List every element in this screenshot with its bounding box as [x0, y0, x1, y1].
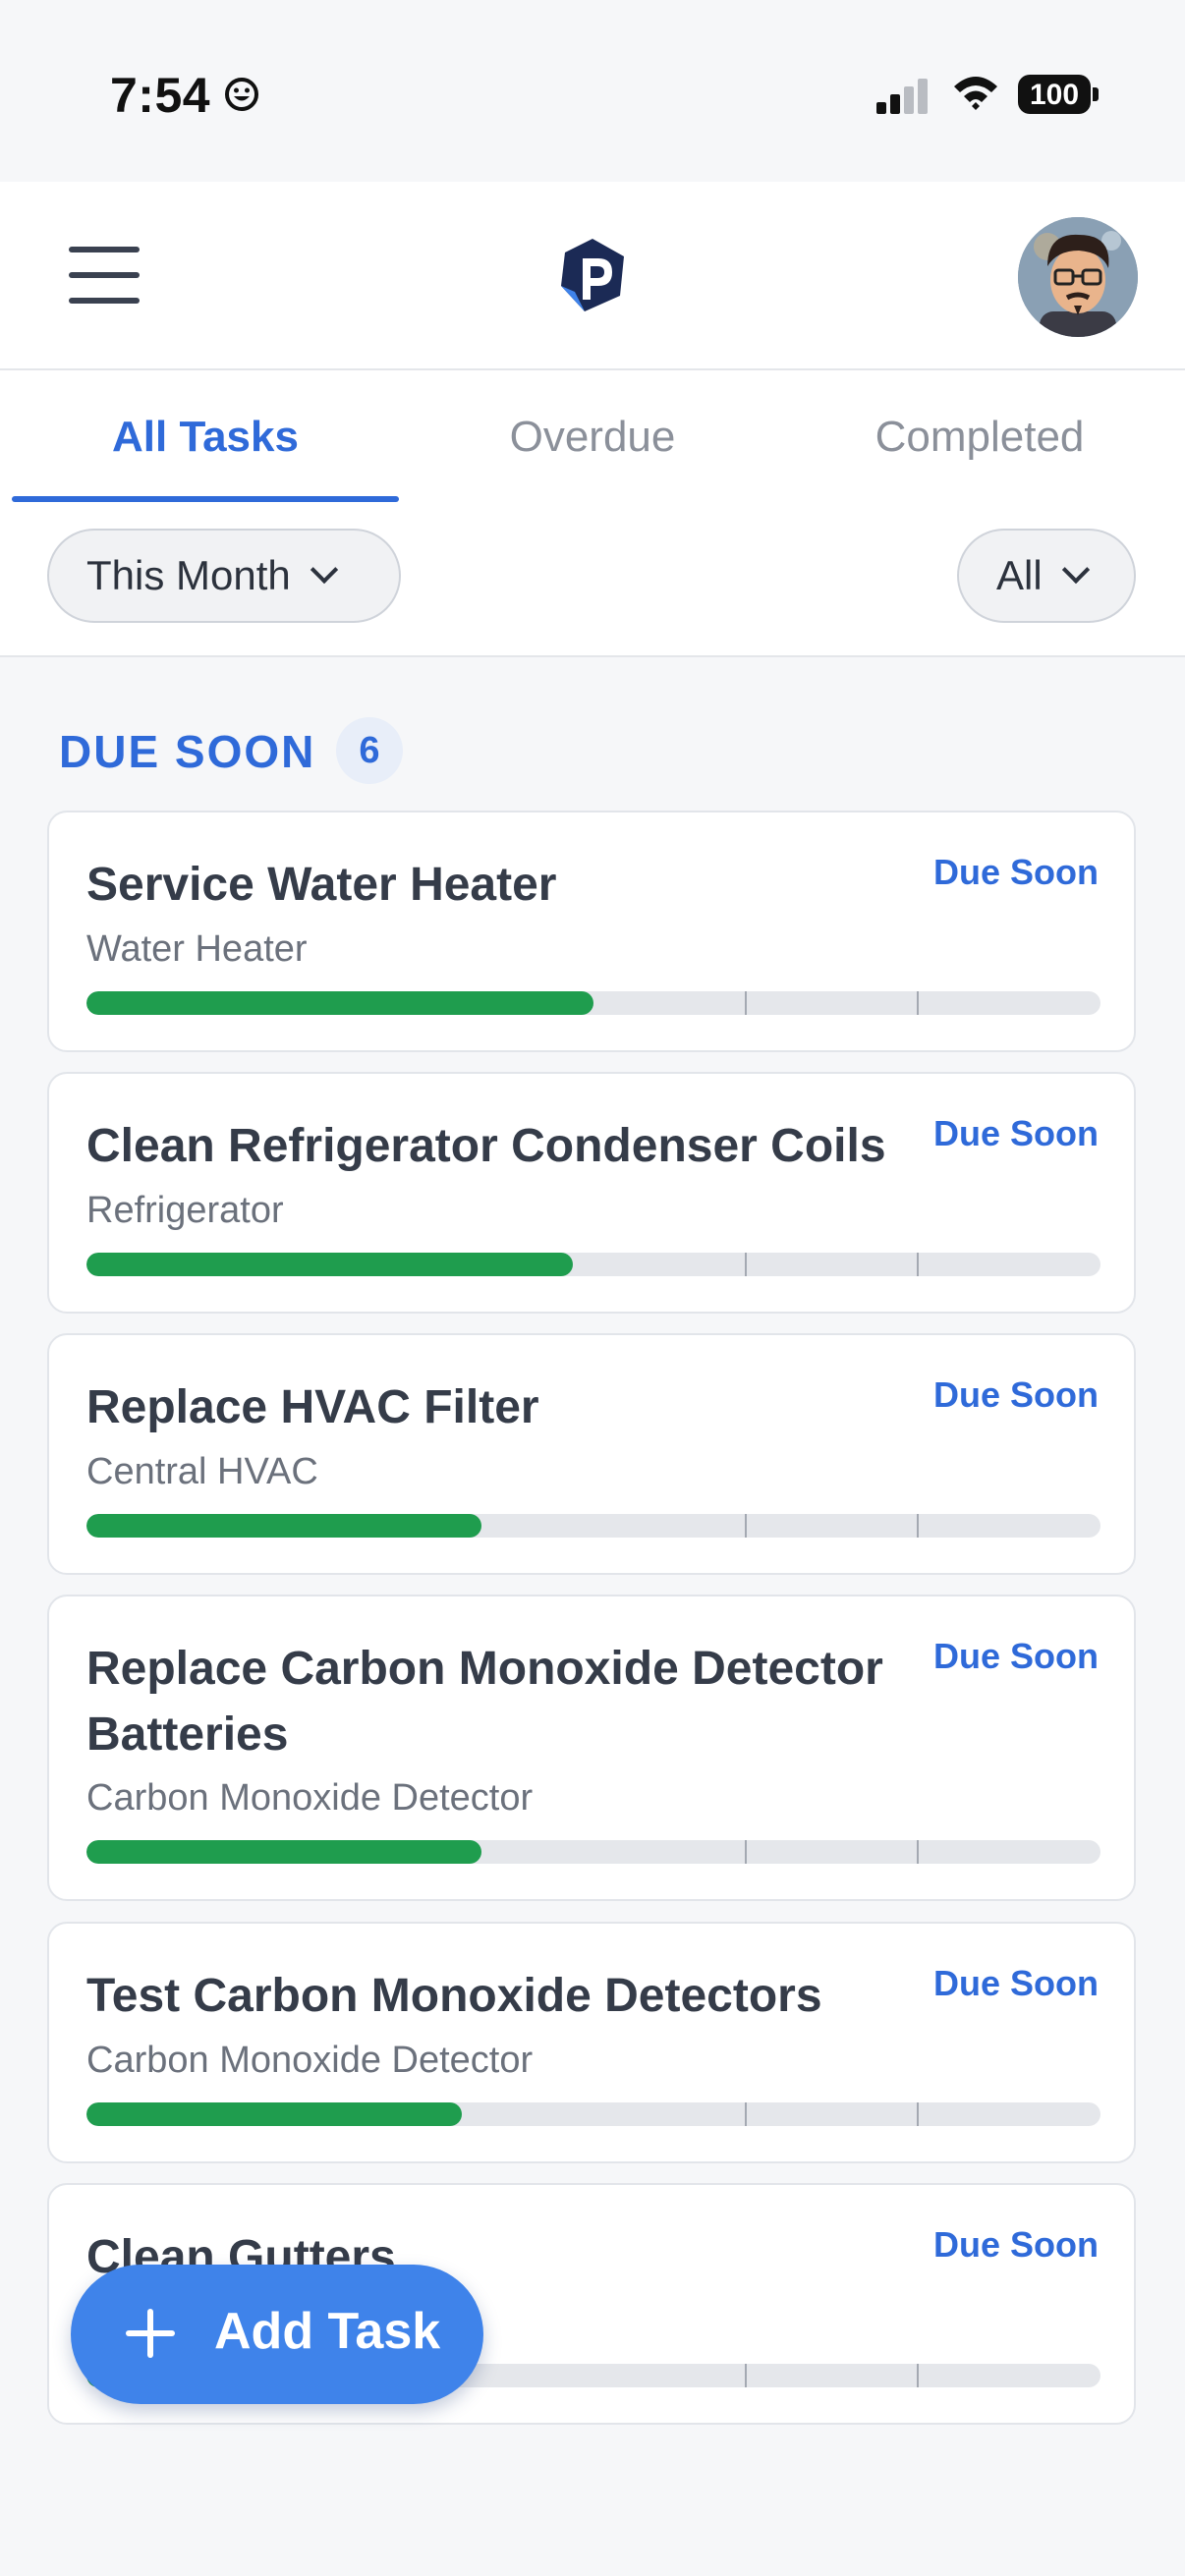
task-progress-bar: [86, 991, 1100, 1015]
wifi-icon: [954, 77, 997, 110]
add-task-label: Add Task: [214, 2303, 441, 2360]
app-logo-icon: [561, 239, 624, 311]
task-card[interactable]: Service Water Heater Due Soon Water Heat…: [47, 811, 1136, 1052]
plus-icon: [126, 2309, 175, 2358]
status-time: 7:54: [110, 68, 211, 123]
filter-bar: This Month All: [0, 503, 1185, 657]
task-progress-fill: [86, 991, 593, 1015]
section-count-badge: 6: [336, 717, 403, 784]
task-status-badge: Due Soon: [933, 1963, 1099, 2003]
task-progress-bar: [86, 1253, 1100, 1276]
app-header: [0, 182, 1185, 370]
task-progress-bar: [86, 1514, 1100, 1538]
task-title: Clean Refrigerator Condenser Coils: [86, 1120, 886, 1172]
task-subtitle: Water Heater: [86, 928, 308, 970]
task-card[interactable]: Replace Carbon Monoxide Detector Batteri…: [47, 1595, 1136, 1901]
section-title: DUE SOON: [59, 726, 316, 777]
task-title: Replace HVAC Filter: [86, 1381, 539, 1433]
task-progress-fill: [86, 1840, 482, 1864]
task-progress-fill: [86, 1514, 482, 1538]
tab-completed[interactable]: Completed: [786, 370, 1173, 503]
task-status-badge: Due Soon: [933, 2224, 1099, 2265]
task-subtitle: Carbon Monoxide Detector: [86, 2040, 534, 2081]
task-progress-fill: [86, 1253, 574, 1276]
chevron-down-icon: [1061, 555, 1090, 585]
task-tabs: All Tasks Overdue Completed: [0, 370, 1185, 503]
category-filter-label: All: [996, 552, 1043, 598]
add-task-button[interactable]: Add Task: [71, 2265, 483, 2404]
task-status-badge: Due Soon: [933, 1374, 1099, 1415]
category-filter-dropdown[interactable]: All: [957, 529, 1136, 623]
task-title: Service Water Heater: [86, 859, 557, 911]
task-subtitle: Carbon Monoxide Detector: [86, 1777, 534, 1819]
status-bar: 7:54 100: [0, 0, 1185, 182]
task-progress-bar: [86, 2102, 1100, 2126]
task-card[interactable]: Replace HVAC Filter Due Soon Central HVA…: [47, 1333, 1136, 1575]
task-subtitle: Central HVAC: [86, 1451, 318, 1492]
user-avatar[interactable]: [1018, 217, 1138, 337]
menu-button[interactable]: [69, 247, 143, 304]
task-card[interactable]: Test Carbon Monoxide Detectors Due Soon …: [47, 1922, 1136, 2163]
battery-icon: 100: [1018, 75, 1100, 116]
task-status-badge: Due Soon: [933, 1636, 1099, 1676]
cellular-signal-icon: [876, 79, 928, 114]
task-title: Test Carbon Monoxide Detectors: [86, 1970, 822, 2022]
period-filter-dropdown[interactable]: This Month: [47, 529, 401, 623]
tab-all-tasks[interactable]: All Tasks: [12, 370, 399, 503]
chevron-down-icon: [310, 555, 338, 585]
task-status-badge: Due Soon: [933, 852, 1099, 892]
task-title: Replace Carbon Monoxide Detector Batteri…: [86, 1643, 883, 1761]
task-subtitle: Refrigerator: [86, 1190, 284, 1231]
task-status-badge: Due Soon: [933, 1113, 1099, 1153]
smiley-icon: [225, 78, 258, 111]
task-progress-fill: [86, 2102, 462, 2126]
battery-level: 100: [1029, 79, 1080, 111]
task-card[interactable]: Clean Refrigerator Condenser Coils Due S…: [47, 1072, 1136, 1314]
active-tab-indicator: [12, 496, 399, 502]
tab-overdue[interactable]: Overdue: [399, 370, 786, 503]
period-filter-label: This Month: [86, 552, 291, 598]
task-progress-bar: [86, 1840, 1100, 1864]
